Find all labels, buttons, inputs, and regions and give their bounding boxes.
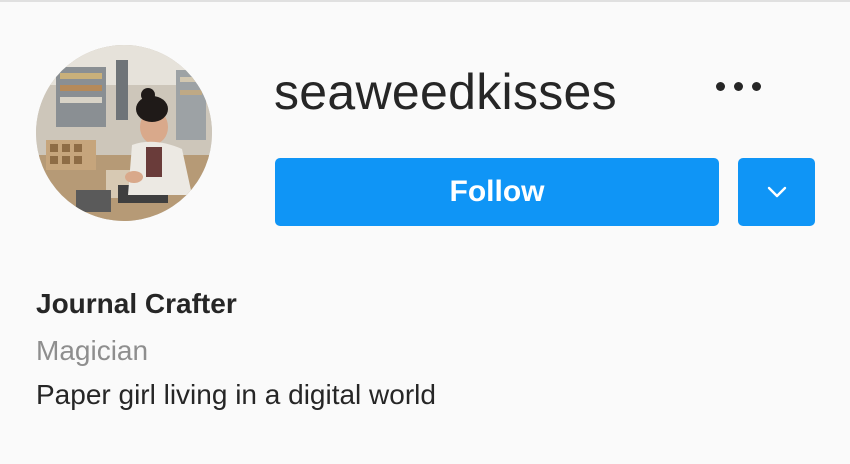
chevron-down-icon [767,186,786,198]
more-horizontal-icon-dot [752,82,761,91]
more-horizontal-icon [716,82,725,91]
suggested-accounts-dropdown-button[interactable] [738,158,815,226]
profile-category: Magician [36,335,149,366]
profile-full-name: Journal Crafter [36,288,237,319]
top-divider [0,0,850,2]
profile-username: seaweedkisses [274,64,617,120]
profile-bio: Paper girl living in a digital world [36,379,436,410]
follow-button[interactable]: Follow [275,158,719,226]
avatar-photo [36,45,212,221]
follow-button-label: Follow [449,175,545,208]
profile-avatar[interactable] [36,45,212,221]
more-options-button[interactable] [712,72,768,102]
more-horizontal-icon-dot [734,82,743,91]
